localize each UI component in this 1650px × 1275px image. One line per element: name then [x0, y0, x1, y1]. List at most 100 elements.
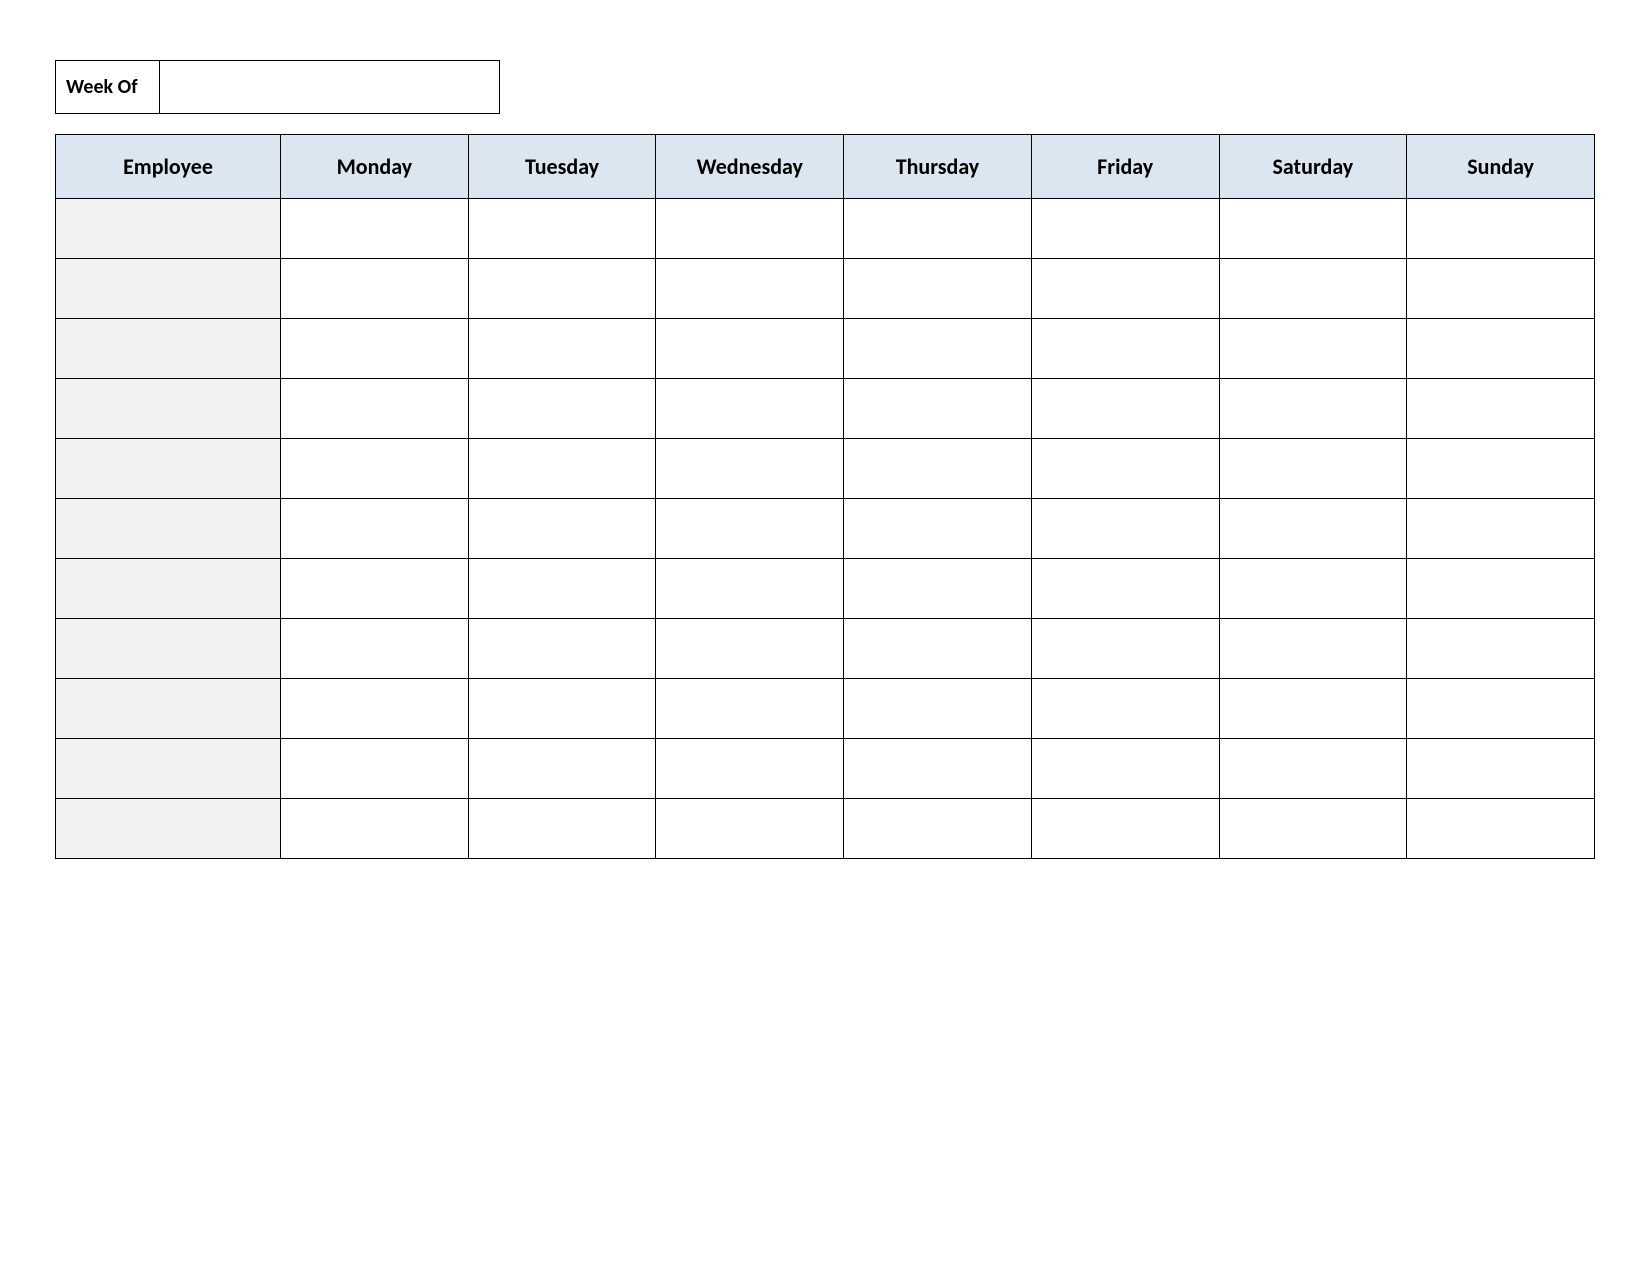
- day-cell[interactable]: [281, 739, 469, 799]
- employee-cell[interactable]: [56, 439, 281, 499]
- employee-cell[interactable]: [56, 799, 281, 859]
- day-cell[interactable]: [1031, 799, 1219, 859]
- day-cell[interactable]: [1219, 799, 1407, 859]
- day-cell[interactable]: [844, 739, 1032, 799]
- day-cell[interactable]: [844, 439, 1032, 499]
- day-cell[interactable]: [1219, 499, 1407, 559]
- employee-cell[interactable]: [56, 199, 281, 259]
- day-cell[interactable]: [468, 619, 656, 679]
- day-cell[interactable]: [1219, 199, 1407, 259]
- day-cell[interactable]: [281, 259, 469, 319]
- schedule-table: Employee Monday Tuesday Wednesday Thursd…: [55, 134, 1595, 859]
- day-cell[interactable]: [1219, 439, 1407, 499]
- day-cell[interactable]: [656, 499, 844, 559]
- day-cell[interactable]: [656, 619, 844, 679]
- day-cell[interactable]: [468, 379, 656, 439]
- day-cell[interactable]: [656, 199, 844, 259]
- day-cell[interactable]: [1031, 439, 1219, 499]
- header-row: Employee Monday Tuesday Wednesday Thursd…: [56, 135, 1595, 199]
- day-cell[interactable]: [1031, 379, 1219, 439]
- day-cell[interactable]: [1031, 559, 1219, 619]
- day-cell[interactable]: [1407, 619, 1595, 679]
- day-cell[interactable]: [1219, 679, 1407, 739]
- day-cell[interactable]: [656, 379, 844, 439]
- day-cell[interactable]: [281, 679, 469, 739]
- day-cell[interactable]: [656, 319, 844, 379]
- employee-cell[interactable]: [56, 739, 281, 799]
- day-cell[interactable]: [281, 319, 469, 379]
- employee-cell[interactable]: [56, 319, 281, 379]
- day-cell[interactable]: [468, 259, 656, 319]
- table-row: [56, 319, 1595, 379]
- employee-cell[interactable]: [56, 259, 281, 319]
- day-cell[interactable]: [468, 559, 656, 619]
- day-cell[interactable]: [468, 439, 656, 499]
- header-employee: Employee: [56, 135, 281, 199]
- employee-cell[interactable]: [56, 559, 281, 619]
- day-cell[interactable]: [1031, 739, 1219, 799]
- day-cell[interactable]: [1407, 679, 1595, 739]
- table-row: [56, 259, 1595, 319]
- day-cell[interactable]: [468, 799, 656, 859]
- day-cell[interactable]: [1031, 319, 1219, 379]
- day-cell[interactable]: [468, 739, 656, 799]
- day-cell[interactable]: [1407, 259, 1595, 319]
- day-cell[interactable]: [1407, 499, 1595, 559]
- day-cell[interactable]: [468, 499, 656, 559]
- day-cell[interactable]: [468, 319, 656, 379]
- day-cell[interactable]: [656, 439, 844, 499]
- day-cell[interactable]: [656, 799, 844, 859]
- day-cell[interactable]: [844, 499, 1032, 559]
- header-tuesday: Tuesday: [468, 135, 656, 199]
- day-cell[interactable]: [656, 679, 844, 739]
- day-cell[interactable]: [281, 199, 469, 259]
- employee-cell[interactable]: [56, 379, 281, 439]
- day-cell[interactable]: [1031, 679, 1219, 739]
- day-cell[interactable]: [844, 619, 1032, 679]
- day-cell[interactable]: [281, 439, 469, 499]
- day-cell[interactable]: [1407, 739, 1595, 799]
- day-cell[interactable]: [1407, 379, 1595, 439]
- day-cell[interactable]: [1031, 259, 1219, 319]
- day-cell[interactable]: [844, 199, 1032, 259]
- day-cell[interactable]: [656, 259, 844, 319]
- day-cell[interactable]: [844, 559, 1032, 619]
- day-cell[interactable]: [844, 679, 1032, 739]
- day-cell[interactable]: [468, 199, 656, 259]
- day-cell[interactable]: [1407, 559, 1595, 619]
- day-cell[interactable]: [844, 259, 1032, 319]
- day-cell[interactable]: [1219, 319, 1407, 379]
- day-cell[interactable]: [281, 619, 469, 679]
- day-cell[interactable]: [1407, 799, 1595, 859]
- table-body: [56, 199, 1595, 859]
- day-cell[interactable]: [1219, 559, 1407, 619]
- day-cell[interactable]: [844, 379, 1032, 439]
- day-cell[interactable]: [656, 559, 844, 619]
- employee-cell[interactable]: [56, 619, 281, 679]
- employee-cell[interactable]: [56, 499, 281, 559]
- day-cell[interactable]: [844, 799, 1032, 859]
- day-cell[interactable]: [281, 559, 469, 619]
- day-cell[interactable]: [844, 319, 1032, 379]
- day-cell[interactable]: [1031, 199, 1219, 259]
- day-cell[interactable]: [468, 679, 656, 739]
- day-cell[interactable]: [1219, 379, 1407, 439]
- day-cell[interactable]: [281, 379, 469, 439]
- day-cell[interactable]: [1031, 499, 1219, 559]
- day-cell[interactable]: [281, 799, 469, 859]
- header-saturday: Saturday: [1219, 135, 1407, 199]
- day-cell[interactable]: [1219, 619, 1407, 679]
- day-cell[interactable]: [1219, 739, 1407, 799]
- table-row: [56, 619, 1595, 679]
- employee-cell[interactable]: [56, 679, 281, 739]
- week-of-container: Week Of: [55, 60, 1595, 114]
- day-cell[interactable]: [1219, 259, 1407, 319]
- day-cell[interactable]: [1407, 199, 1595, 259]
- day-cell[interactable]: [1407, 319, 1595, 379]
- week-of-input[interactable]: [160, 60, 500, 114]
- day-cell[interactable]: [1031, 619, 1219, 679]
- day-cell[interactable]: [656, 739, 844, 799]
- header-thursday: Thursday: [844, 135, 1032, 199]
- day-cell[interactable]: [281, 499, 469, 559]
- day-cell[interactable]: [1407, 439, 1595, 499]
